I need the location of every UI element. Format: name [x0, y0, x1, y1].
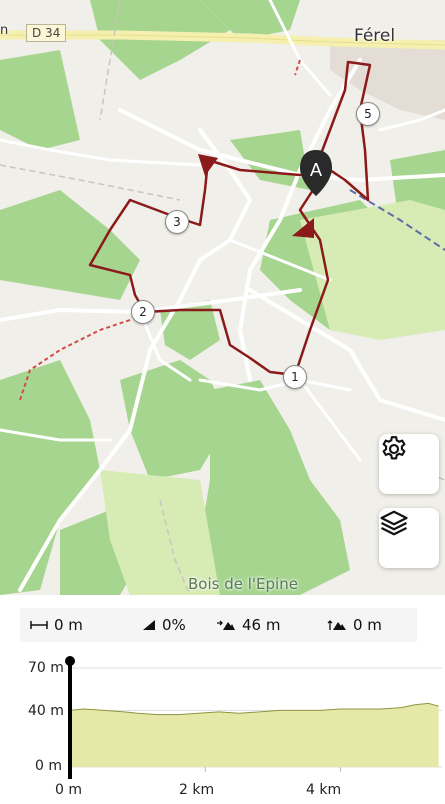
town-label: Férel	[354, 26, 396, 46]
distance-stat: 0 m	[30, 616, 83, 634]
x-tick-label: 4 km	[306, 782, 342, 798]
elevation-area	[70, 703, 439, 767]
descent-value: 0 m	[353, 616, 382, 634]
y-tick-label: 70 m	[28, 660, 64, 676]
road-badge: D 34	[26, 24, 67, 42]
edge-place-label: n	[0, 23, 9, 38]
grade-stat: 0%	[142, 616, 186, 634]
start-marker[interactable]: A	[300, 150, 332, 196]
x-tick-label: 0 m	[55, 782, 82, 798]
map-canvas[interactable]: A	[0, 0, 445, 595]
descent-icon	[327, 620, 346, 630]
distance-icon	[30, 621, 48, 629]
waypoint-3[interactable]: 3	[165, 210, 189, 234]
route-offtrack-north	[294, 59, 301, 76]
y-tick-label: 0 m	[35, 758, 62, 774]
wood-label: Bois de l'Epine	[188, 575, 298, 593]
ascent-stat: 46 m	[216, 616, 280, 634]
layers-icon	[380, 510, 408, 536]
waypoint-1[interactable]: 1	[283, 365, 307, 389]
map-view[interactable]: A D 34 n Férel Bois de l'Epine 1 2 3 5	[0, 0, 445, 595]
y-tick-label: 40 m	[28, 703, 64, 719]
descent-stat: 0 m	[327, 616, 382, 634]
waypoint-2[interactable]: 2	[131, 300, 155, 324]
x-tick-label: 2 km	[179, 782, 215, 798]
grade-value: 0%	[162, 616, 186, 634]
position-cursor-dot[interactable]	[65, 656, 75, 666]
waypoint-5[interactable]: 5	[356, 102, 380, 126]
settings-button[interactable]	[379, 434, 439, 494]
distance-value: 0 m	[54, 616, 83, 634]
elevation-profile[interactable]: 70 m 40 m 0 m 0 m 2 km 4 km	[0, 652, 445, 800]
elevation-chart[interactable]	[0, 652, 445, 800]
gear-icon	[382, 436, 406, 460]
grade-icon	[143, 620, 155, 630]
ascent-icon	[217, 620, 235, 630]
layers-button[interactable]	[379, 508, 439, 568]
track-stats-bar: 0 m 0% 46 m 0 m	[20, 608, 417, 642]
start-marker-label: A	[310, 160, 322, 180]
ascent-value: 46 m	[242, 616, 281, 634]
